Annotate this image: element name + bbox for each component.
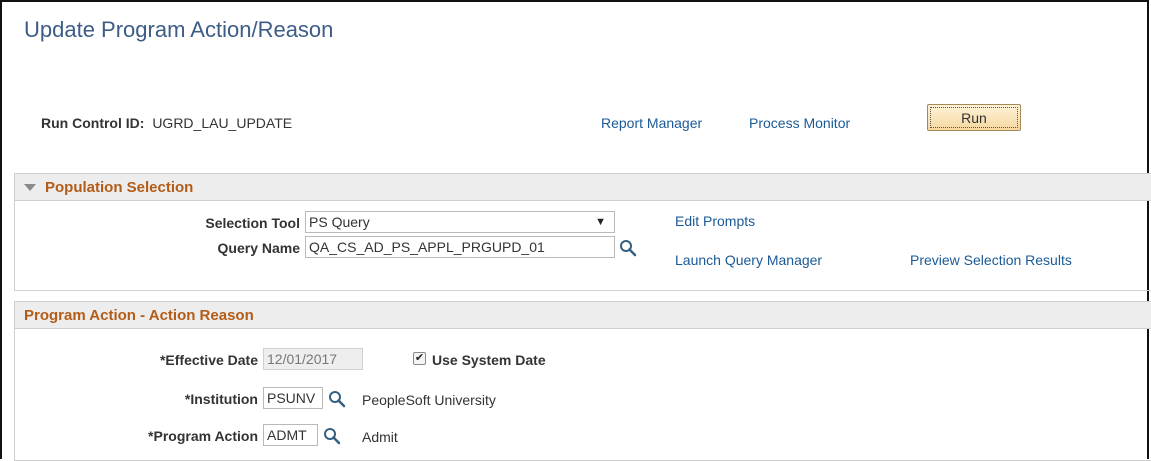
run-control-id: Run Control ID: UGRD_LAU_UPDATE xyxy=(41,115,292,131)
report-manager-link[interactable]: Report Manager xyxy=(601,115,702,131)
query-name-label: Query Name xyxy=(217,240,300,256)
selection-tool-dropdown[interactable]: PS Query ▼ xyxy=(305,211,615,233)
preview-selection-results-link[interactable]: Preview Selection Results xyxy=(910,252,1072,268)
collapse-triangle-icon[interactable] xyxy=(24,184,36,191)
process-monitor-link[interactable]: Process Monitor xyxy=(749,115,850,131)
run-control-value: UGRD_LAU_UPDATE xyxy=(152,115,293,131)
population-selection-title: Population Selection xyxy=(45,178,194,196)
edit-prompts-link[interactable]: Edit Prompts xyxy=(675,213,755,229)
institution-description: PeopleSoft University xyxy=(362,392,496,408)
selection-tool-label: Selection Tool xyxy=(205,215,300,231)
selection-tool-value: PS Query xyxy=(309,214,370,230)
launch-query-manager-link[interactable]: Launch Query Manager xyxy=(675,252,822,268)
program-action-description: Admit xyxy=(362,429,398,445)
run-button[interactable]: Run xyxy=(927,104,1021,131)
magnifier-icon[interactable] xyxy=(328,390,346,408)
program-action-input[interactable]: ADMT xyxy=(263,424,318,446)
effective-date-value: 12/01/2017 xyxy=(267,351,338,367)
query-name-input[interactable]: QA_CS_AD_PS_APPL_PRGUPD_01 xyxy=(305,236,615,258)
effective-date-input: 12/01/2017 xyxy=(263,348,363,370)
use-system-date-checkbox[interactable]: ✔ xyxy=(413,352,426,365)
program-action-label: *Program Action xyxy=(148,428,258,444)
run-button-label: Run xyxy=(930,107,1018,128)
institution-value: PSUNV xyxy=(267,390,316,406)
program-action-header: Program Action - Action Reason xyxy=(15,302,1151,329)
program-action-value: ADMT xyxy=(267,427,307,443)
magnifier-icon[interactable] xyxy=(619,239,637,257)
institution-input[interactable]: PSUNV xyxy=(263,387,323,409)
run-control-label: Run Control ID: xyxy=(41,115,145,131)
use-system-date-label: Use System Date xyxy=(432,352,546,368)
magnifier-icon[interactable] xyxy=(323,427,341,445)
query-name-value: QA_CS_AD_PS_APPL_PRGUPD_01 xyxy=(309,239,545,255)
page-title: Update Program Action/Reason xyxy=(24,17,334,42)
dropdown-arrow-icon: ▼ xyxy=(595,216,606,228)
program-action-title: Program Action - Action Reason xyxy=(24,306,254,324)
effective-date-label: *Effective Date xyxy=(159,352,258,368)
population-selection-header[interactable]: Population Selection xyxy=(15,174,1151,201)
institution-label: *Institution xyxy=(184,391,258,407)
